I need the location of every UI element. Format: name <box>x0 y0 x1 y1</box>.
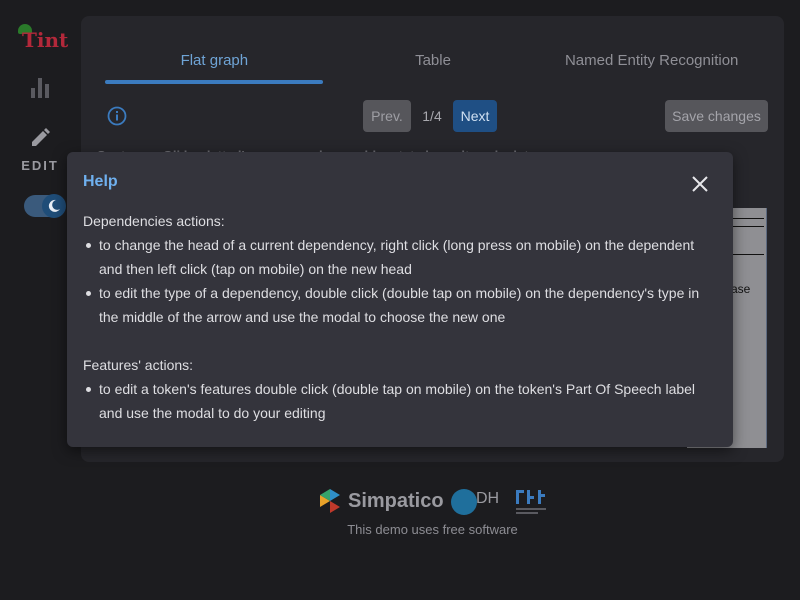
tab-named-entity-recognition[interactable]: Named Entity Recognition <box>542 46 761 86</box>
dependency-arrow[interactable] <box>728 254 764 255</box>
help-list-item: to change the head of a current dependen… <box>83 233 713 281</box>
app-logo[interactable]: Tint <box>18 24 68 54</box>
pencil-icon[interactable] <box>30 128 50 148</box>
logo-text: Tint <box>22 28 69 52</box>
simpatico-logo-icon <box>320 489 340 513</box>
bar-chart-icon[interactable] <box>30 76 50 98</box>
token-label[interactable]: ase <box>731 282 750 296</box>
help-modal: Help Dependencies actions: to change the… <box>67 152 733 447</box>
features-heading: Features' actions: <box>83 357 194 373</box>
page-indicator: 1/4 <box>422 108 442 124</box>
save-changes-button[interactable]: Save changes <box>665 100 768 132</box>
help-list-item: to edit a token's features double click … <box>83 377 713 425</box>
moon-icon <box>42 194 66 218</box>
pagination: Prev. 1/4 Next <box>363 100 497 132</box>
dependency-arrow[interactable] <box>728 218 764 219</box>
dh-logo-text: DH <box>476 490 500 507</box>
simpatico-logo-text: Simpatico <box>348 490 444 512</box>
active-tab-indicator <box>105 80 323 84</box>
theme-toggle[interactable] <box>24 194 66 218</box>
tab-table[interactable]: Table <box>324 46 543 86</box>
prev-button[interactable]: Prev. <box>363 100 411 132</box>
fbk-logo-icon <box>516 490 546 514</box>
footer-logos: Simpatico DH <box>318 486 548 518</box>
help-list-item: to edit the type of a dependency, double… <box>83 281 713 329</box>
modal-title: Help <box>83 173 118 190</box>
dependencies-heading: Dependencies actions: <box>83 213 225 229</box>
next-button[interactable]: Next <box>453 100 497 132</box>
close-icon[interactable] <box>691 175 709 193</box>
edit-label: EDIT <box>21 158 59 173</box>
modal-body: Dependencies actions: to change the head… <box>83 209 713 425</box>
dependency-arrow[interactable] <box>728 226 764 227</box>
info-icon[interactable] <box>107 106 127 126</box>
footer-note: This demo uses free software <box>347 522 518 537</box>
dh-logo: DH <box>450 488 506 516</box>
